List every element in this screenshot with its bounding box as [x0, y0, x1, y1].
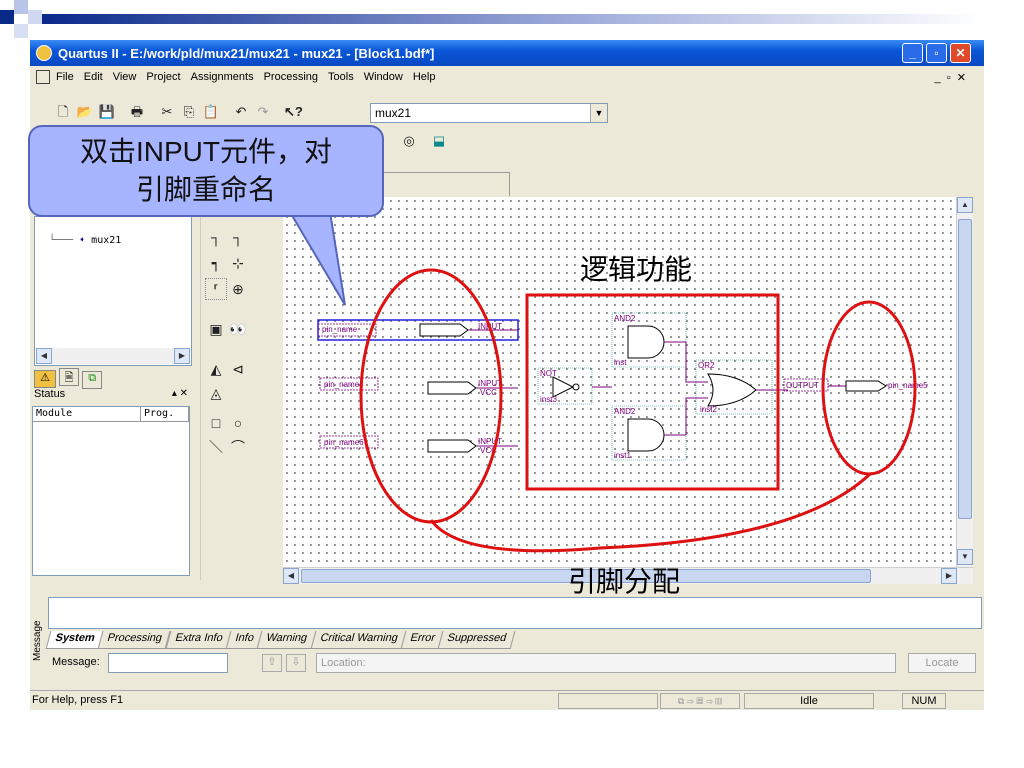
callout-line-2: 引脚重命名 [135, 174, 276, 205]
callout-pointer [288, 211, 346, 306]
callout-line-1: 双击INPUT元件，对 [79, 136, 332, 167]
logic-function-label: 逻辑功能 [580, 255, 693, 286]
callout-bubble: 双击INPUT元件，对 引脚重命名 [28, 125, 384, 217]
pin-assignment-label: 引脚分配 [568, 567, 681, 598]
